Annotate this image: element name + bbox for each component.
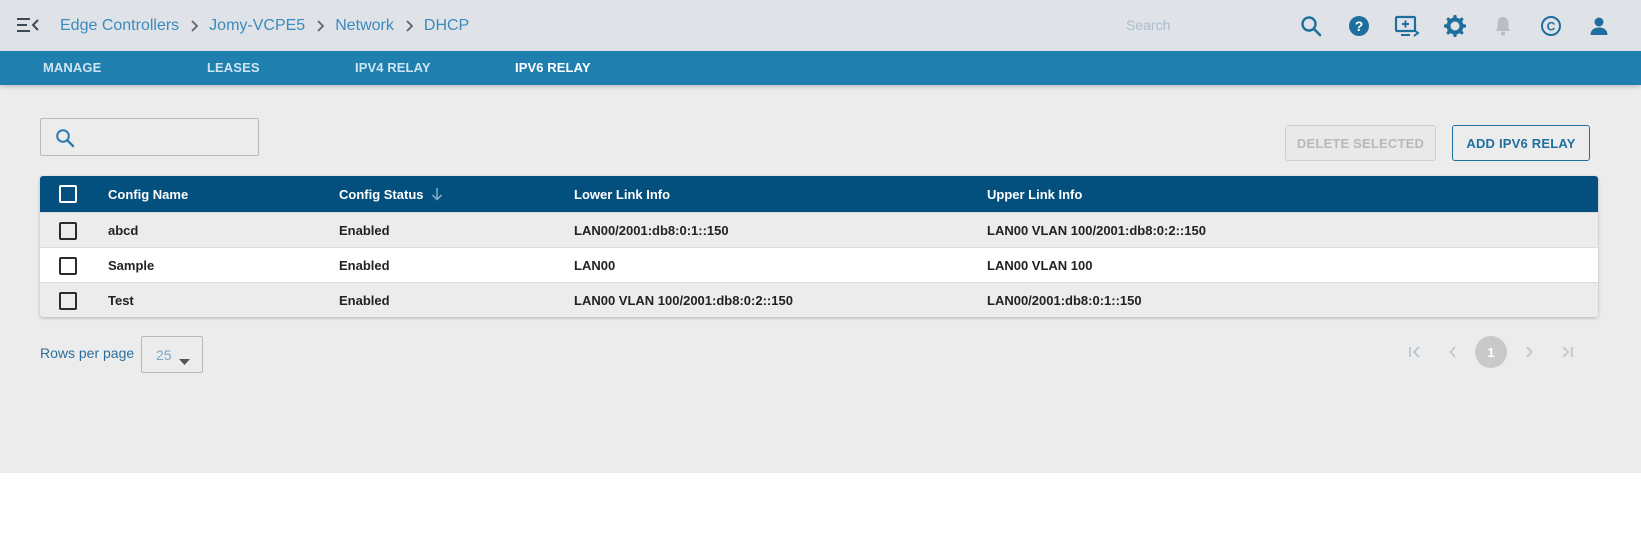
breadcrumb-controller[interactable]: Jomy-VCPE5: [209, 17, 305, 35]
column-header-upper-link-info[interactable]: Upper Link Info: [987, 176, 1082, 212]
chevron-right-icon: [179, 19, 209, 32]
cell-upper-link-info: LAN00/2001:db8:0:1::150: [987, 292, 1142, 308]
add-screen-icon[interactable]: [1394, 13, 1420, 39]
tab-bar: MANAGE LEASES IPV4 RELAY IPV6 RELAY: [0, 51, 1641, 85]
rows-per-page-label: Rows per page: [40, 345, 135, 361]
app-root: Edge Controllers Jomy-VCPE5 Network DHCP…: [0, 0, 1641, 473]
cell-config-status: Enabled: [339, 222, 390, 238]
table-row[interactable]: abcd Enabled LAN00/2001:db8:0:1::150 LAN…: [40, 212, 1598, 247]
arrow-down-icon: [431, 187, 443, 201]
page-number-current[interactable]: 1: [1475, 336, 1507, 368]
row-checkbox[interactable]: [59, 292, 77, 310]
table-header: Config Name Config Status Lower Link Inf…: [40, 176, 1598, 212]
first-page-icon[interactable]: [1399, 336, 1431, 368]
chevron-right-icon: [305, 19, 335, 32]
table-search-input[interactable]: [40, 118, 259, 156]
svg-text:C: C: [1547, 20, 1556, 34]
menu-collapse-icon[interactable]: [17, 15, 39, 35]
table-row[interactable]: Test Enabled LAN00 VLAN 100/2001:db8:0:2…: [40, 282, 1598, 317]
cell-lower-link-info: LAN00: [574, 257, 616, 273]
select-all-checkbox[interactable]: [59, 185, 77, 203]
add-ipv6-relay-button[interactable]: ADD IPV6 RELAY: [1452, 125, 1590, 161]
global-search-input[interactable]: Search: [1126, 17, 1170, 33]
breadcrumb-network[interactable]: Network: [335, 17, 394, 35]
previous-page-icon[interactable]: [1437, 336, 1469, 368]
search-icon: [55, 128, 75, 153]
cell-config-name: Sample: [108, 257, 155, 273]
user-icon[interactable]: [1586, 13, 1612, 39]
cell-config-name: abcd: [108, 222, 139, 238]
row-checkbox[interactable]: [59, 257, 77, 275]
caret-down-icon: [179, 352, 190, 370]
column-header-lower-link-info[interactable]: Lower Link Info: [574, 176, 670, 212]
table-row[interactable]: Sample Enabled LAN00 LAN00 VLAN 100: [40, 247, 1598, 282]
column-header-config-status[interactable]: Config Status: [339, 176, 443, 212]
cell-lower-link-info: LAN00/2001:db8:0:1::150: [574, 222, 729, 238]
cell-config-status: Enabled: [339, 292, 390, 308]
cell-config-name: Test: [108, 292, 134, 308]
rows-per-page-value: 25: [156, 347, 172, 363]
cell-upper-link-info: LAN00 VLAN 100/2001:db8:0:2::150: [987, 222, 1206, 238]
last-page-icon[interactable]: [1551, 336, 1583, 368]
delete-selected-button[interactable]: DELETE SELECTED: [1285, 125, 1436, 161]
breadcrumb: Edge Controllers Jomy-VCPE5 Network DHCP: [60, 0, 469, 51]
breadcrumb-dhcp[interactable]: DHCP: [424, 17, 469, 35]
bell-icon[interactable]: [1490, 13, 1516, 39]
help-icon[interactable]: ?: [1346, 13, 1372, 39]
column-header-label: Config Status: [339, 186, 424, 202]
tab-manage[interactable]: MANAGE: [43, 51, 101, 85]
tab-ipv6-relay[interactable]: IPV6 RELAY: [515, 51, 591, 85]
search-icon[interactable]: [1298, 13, 1324, 39]
cell-config-status: Enabled: [339, 257, 390, 273]
rows-per-page-select[interactable]: 25: [141, 336, 203, 373]
tab-leases[interactable]: LEASES: [207, 51, 260, 85]
next-page-icon[interactable]: [1513, 336, 1545, 368]
svg-text:?: ?: [1355, 18, 1364, 34]
cell-lower-link-info: LAN00 VLAN 100/2001:db8:0:2::150: [574, 292, 793, 308]
breadcrumb-edge-controllers[interactable]: Edge Controllers: [60, 17, 179, 35]
copyright-icon[interactable]: C: [1538, 13, 1564, 39]
row-checkbox[interactable]: [59, 222, 77, 240]
column-header-config-name[interactable]: Config Name: [108, 176, 188, 212]
chevron-right-icon: [394, 19, 424, 32]
relay-table: Config Name Config Status Lower Link Inf…: [40, 176, 1598, 317]
cell-upper-link-info: LAN00 VLAN 100: [987, 257, 1093, 273]
tab-ipv4-relay[interactable]: IPV4 RELAY: [355, 51, 431, 85]
gear-icon[interactable]: [1442, 13, 1468, 39]
top-header: Edge Controllers Jomy-VCPE5 Network DHCP…: [0, 0, 1641, 51]
